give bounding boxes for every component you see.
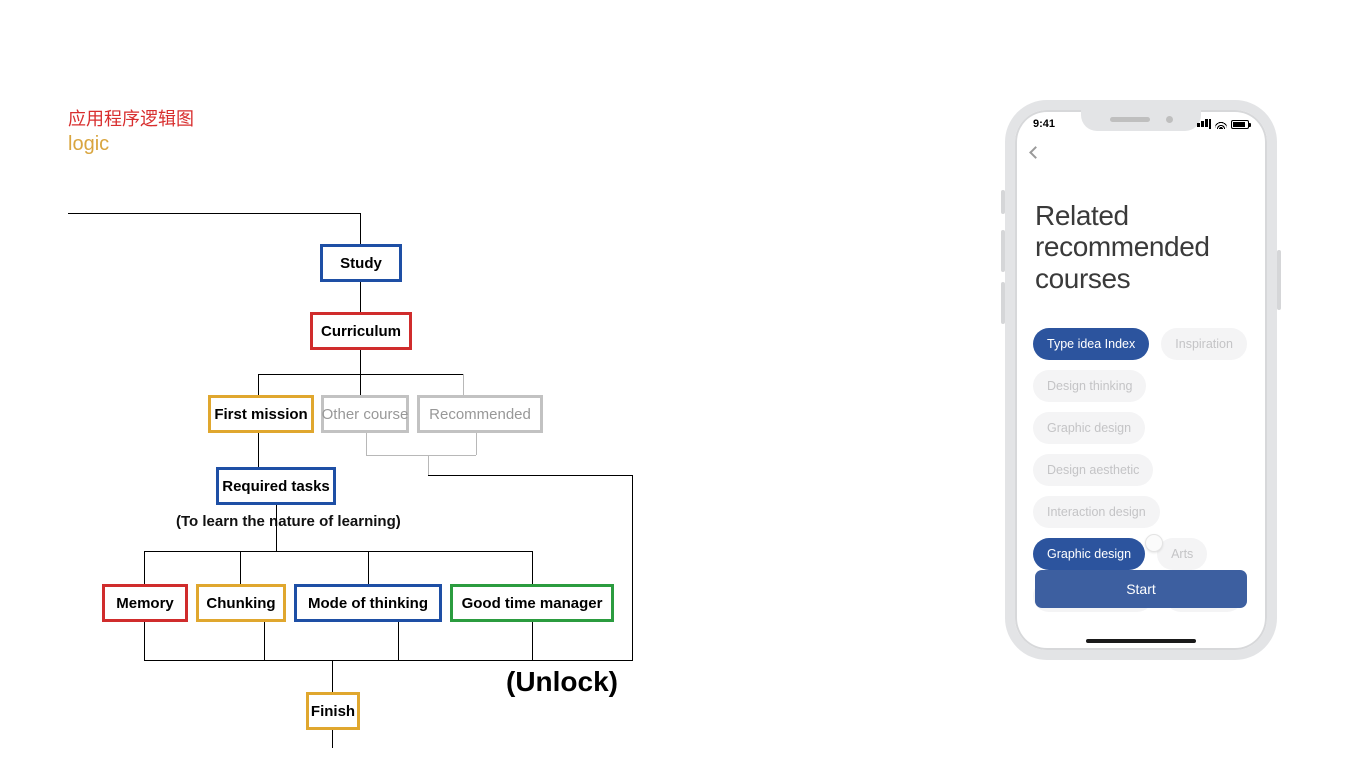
heading-cn: 应用程序逻辑图 bbox=[68, 105, 194, 131]
node-other-course: Other course bbox=[321, 395, 409, 433]
course-tag[interactable]: Design aesthetic bbox=[1033, 454, 1153, 486]
node-label: Study bbox=[340, 255, 382, 272]
node-label: Chunking bbox=[206, 595, 275, 612]
wifi-icon bbox=[1215, 119, 1227, 129]
back-icon[interactable] bbox=[1029, 146, 1042, 159]
connector bbox=[258, 374, 259, 395]
connector bbox=[366, 455, 476, 456]
node-label: Mode of thinking bbox=[308, 595, 428, 612]
node-label: First mission bbox=[214, 406, 307, 423]
connector bbox=[68, 213, 360, 214]
status-time: 9:41 bbox=[1033, 118, 1055, 130]
connector bbox=[144, 551, 145, 584]
course-tag[interactable]: Design thinking bbox=[1033, 370, 1146, 402]
node-chunking: Chunking bbox=[196, 584, 286, 622]
connector bbox=[144, 622, 145, 660]
connector bbox=[398, 622, 399, 660]
node-label: Recommended bbox=[429, 406, 531, 423]
node-good-time-manager: Good time manager bbox=[450, 584, 614, 622]
connector bbox=[264, 622, 265, 660]
connector bbox=[276, 505, 277, 551]
screen-title: Related recommended courses bbox=[1035, 200, 1247, 294]
node-memory: Memory bbox=[102, 584, 188, 622]
node-study: Study bbox=[320, 244, 402, 282]
course-tag[interactable]: Inspiration bbox=[1161, 328, 1247, 360]
unlock-caption: (Unlock) bbox=[506, 666, 618, 698]
course-tag[interactable]: Type idea Index bbox=[1033, 328, 1149, 360]
phone-side-button bbox=[1001, 230, 1005, 272]
connector bbox=[428, 475, 632, 476]
connector bbox=[532, 622, 533, 660]
connector bbox=[476, 433, 477, 455]
node-label: Good time manager bbox=[462, 595, 603, 612]
node-first-mission: First mission bbox=[208, 395, 314, 433]
touch-indicator-icon bbox=[1145, 534, 1163, 552]
connector bbox=[332, 730, 333, 748]
home-indicator[interactable] bbox=[1086, 639, 1196, 643]
connector bbox=[360, 282, 361, 312]
phone-side-button bbox=[1001, 190, 1005, 214]
connector bbox=[240, 551, 241, 584]
node-mode-of-thinking: Mode of thinking bbox=[294, 584, 442, 622]
course-tag[interactable]: Interaction design bbox=[1033, 496, 1160, 528]
course-tag[interactable]: Graphic design bbox=[1033, 412, 1145, 444]
node-label: Required tasks bbox=[222, 478, 330, 495]
phone-side-button bbox=[1001, 282, 1005, 324]
start-button-label: Start bbox=[1126, 581, 1156, 597]
connector bbox=[144, 660, 633, 661]
start-button[interactable]: Start bbox=[1035, 570, 1247, 608]
connector bbox=[360, 374, 361, 395]
connector bbox=[428, 455, 429, 475]
connector bbox=[366, 433, 367, 455]
node-curriculum: Curriculum bbox=[310, 312, 412, 350]
connector bbox=[463, 374, 464, 395]
phone-side-button bbox=[1277, 250, 1281, 310]
status-bar: 9:41 bbox=[1015, 118, 1267, 130]
battery-icon bbox=[1231, 120, 1249, 129]
required-subcaption: (To learn the nature of learning) bbox=[176, 513, 401, 530]
phone-mockup: 9:41 Related recommended courses Type id… bbox=[1005, 100, 1277, 660]
connector bbox=[332, 660, 333, 692]
node-finish: Finish bbox=[306, 692, 360, 730]
node-recommended: Recommended bbox=[417, 395, 543, 433]
connector bbox=[632, 475, 633, 661]
flowchart: Study Curriculum First mission Other cou… bbox=[68, 210, 658, 750]
connector bbox=[532, 551, 533, 584]
connector bbox=[360, 350, 361, 374]
course-tag[interactable]: Graphic design bbox=[1033, 538, 1145, 570]
node-label: Memory bbox=[116, 595, 174, 612]
connector bbox=[368, 551, 369, 584]
node-required-tasks: Required tasks bbox=[216, 467, 336, 505]
connector bbox=[144, 551, 532, 552]
connector bbox=[360, 213, 361, 244]
signal-icon bbox=[1197, 119, 1211, 129]
connector bbox=[258, 433, 259, 467]
node-label: Other course bbox=[322, 406, 409, 423]
page-heading: 应用程序逻辑图 logic bbox=[68, 105, 194, 156]
node-label: Curriculum bbox=[321, 323, 401, 340]
node-label: Finish bbox=[311, 703, 355, 720]
course-tag[interactable]: Arts bbox=[1157, 538, 1207, 570]
heading-en: logic bbox=[68, 133, 194, 156]
